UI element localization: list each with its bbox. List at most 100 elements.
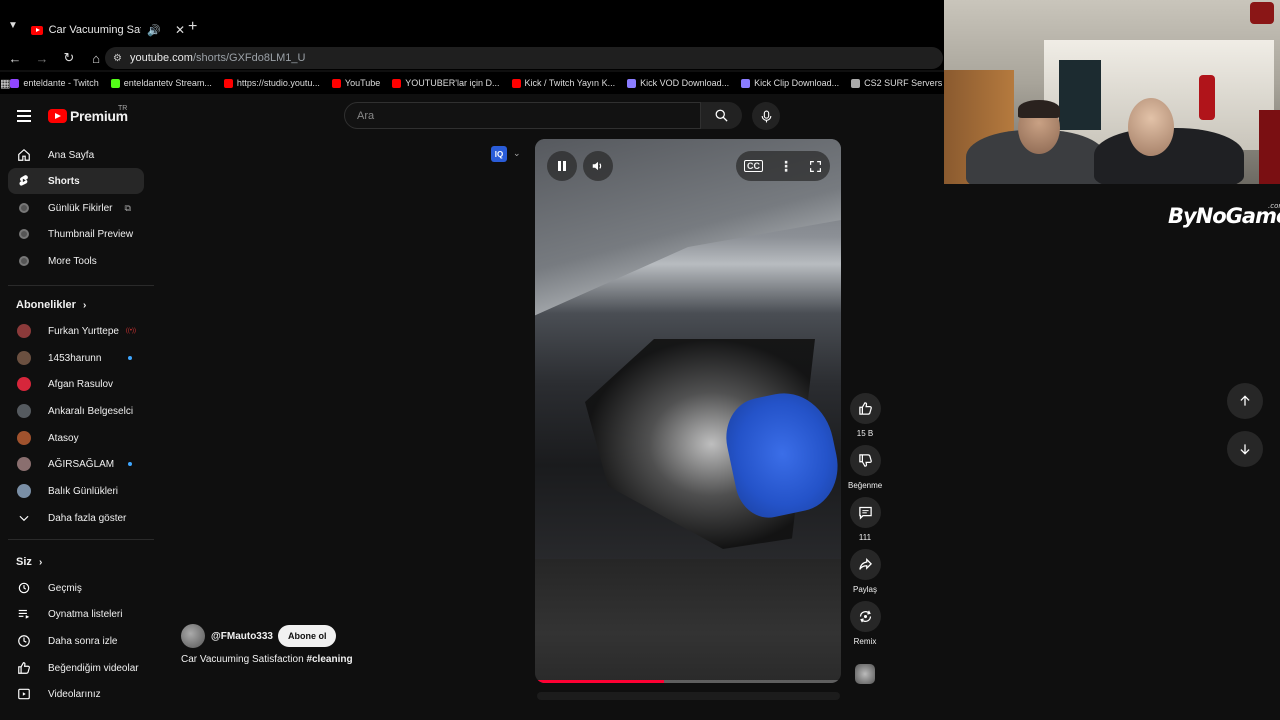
address-bar[interactable]: ⚙ youtube.com/shorts/GXFdo8LM1_U	[105, 47, 943, 69]
volume-button[interactable]	[583, 151, 613, 181]
bookmark-label: Kick / Twitch Yayın K...	[524, 78, 616, 88]
remix-label: Remix	[853, 637, 877, 646]
channel-name[interactable]: @FMauto333	[211, 631, 273, 642]
subscription-item[interactable]: AĞIRSAĞLAM	[8, 451, 144, 477]
youtube-logo[interactable]: Premium	[48, 108, 128, 124]
sidebar-item-label: More Tools	[48, 255, 97, 267]
video-frame-floor	[535, 559, 841, 683]
share-action[interactable]: Paylaş	[848, 549, 882, 594]
progress-bar[interactable]	[535, 680, 841, 683]
bookmark-item[interactable]: https://studio.youtu...	[223, 78, 320, 88]
channel-avatar	[16, 403, 32, 419]
bookmark-item[interactable]: YOUTUBER'lar için D...	[392, 78, 500, 88]
share-icon	[858, 557, 872, 570]
sidebar-item-label: Geçmiş	[48, 582, 82, 594]
forward-icon[interactable]: →	[30, 51, 54, 66]
dislike-button[interactable]	[849, 445, 881, 476]
tab-close-icon[interactable]: ✕	[175, 23, 185, 37]
tab-search-chevron-icon[interactable]: ▼	[8, 20, 18, 31]
browser-tab[interactable]: Car Vacuuming Satisfaction 🔊 ✕	[25, 14, 185, 46]
dislike-action[interactable]: Beğenme	[848, 445, 882, 490]
comments-button[interactable]	[849, 497, 881, 528]
pause-button[interactable]	[547, 151, 577, 181]
bookmark-item[interactable]: enteldante - Twitch	[10, 78, 99, 88]
channel-avatar[interactable]	[181, 624, 205, 648]
channel-avatar	[16, 483, 32, 499]
playlists-icon	[16, 606, 32, 622]
sidebar-item-thumbnail-preview[interactable]: Thumbnail Preview	[8, 221, 144, 247]
video-title[interactable]: Car Vacuuming Satisfaction #cleaning	[181, 654, 353, 665]
bookmark-favicon-icon	[511, 78, 521, 88]
sidebar-item-gunluk-fikirler[interactable]: Günlük Fikirler ⧉	[8, 195, 144, 221]
bookmark-item[interactable]: Kick / Twitch Yayın K...	[511, 78, 616, 88]
subscription-item[interactable]: Furkan Yurttepe ((•))	[8, 318, 144, 344]
comments-action[interactable]: 111	[848, 497, 882, 542]
chevron-down-icon[interactable]: ⌄	[513, 148, 521, 159]
back-icon[interactable]: ←	[3, 51, 27, 66]
fullscreen-icon[interactable]	[809, 160, 822, 173]
show-more-label: Daha fazla göster	[48, 512, 127, 524]
subscription-item[interactable]: Afgan Rasulov	[8, 371, 144, 397]
sidebar-item-liked-videos[interactable]: Beğendiğim videolar	[8, 655, 144, 681]
sidebar-item-watch-later[interactable]: Daha sonra izle	[8, 628, 144, 654]
subscriptions-heading[interactable]: Abonelikler ›	[16, 299, 86, 311]
bookmark-favicon-icon	[110, 78, 120, 88]
sidebar-item-shorts[interactable]: Shorts	[8, 168, 144, 194]
remix-action[interactable]: Remix	[848, 601, 882, 646]
tab-title: Car Vacuuming Satisfaction	[48, 24, 142, 36]
more-options-icon[interactable]: ⋮	[779, 158, 793, 175]
short-video-player[interactable]: CC ⋮	[535, 139, 841, 683]
sidebar-item-more-tools[interactable]: More Tools	[8, 248, 144, 274]
bookmark-item[interactable]: CS2 SURF Servers –...	[851, 78, 944, 88]
sidebar-item-your-videos[interactable]: Videolarınız	[8, 681, 144, 707]
new-content-dot-icon	[128, 356, 132, 360]
remix-button[interactable]	[849, 601, 881, 632]
subscription-label: AĞIRSAĞLAM	[48, 458, 115, 470]
subscription-item[interactable]: Balık Günlükleri	[8, 478, 144, 504]
bookmark-favicon-icon	[10, 78, 20, 88]
reload-icon[interactable]: ↻	[57, 50, 81, 66]
shorts-icon	[16, 173, 32, 189]
bookmark-favicon-icon	[223, 78, 233, 88]
next-short-button[interactable]	[1227, 431, 1263, 467]
webcam-person-left-hair	[1018, 100, 1060, 118]
apps-grid-icon[interactable]: ▦	[0, 77, 10, 90]
you-heading[interactable]: Siz ›	[16, 556, 42, 568]
like-action[interactable]: 15 B	[848, 393, 882, 438]
show-more-button[interactable]: Daha fazla göster	[8, 505, 144, 531]
record-indicator-icon	[1250, 2, 1274, 24]
captions-icon[interactable]: CC	[744, 160, 763, 172]
webcam-chair	[1259, 110, 1280, 184]
bookmark-item[interactable]: enteldantetv Stream...	[110, 78, 212, 88]
hashtag-link[interactable]: #cleaning	[306, 654, 352, 665]
bookmark-item[interactable]: Kick VOD Download...	[627, 78, 729, 88]
sound-thumbnail[interactable]	[855, 664, 875, 684]
channel-avatar	[16, 323, 32, 339]
iq-extension-badge[interactable]: IQ	[491, 146, 507, 162]
comment-count: 111	[858, 533, 872, 542]
share-button[interactable]	[849, 549, 881, 580]
sidebar-item-home[interactable]: Ana Sayfa	[8, 142, 144, 168]
previous-short-button[interactable]	[1227, 383, 1263, 419]
audio-playing-icon[interactable]: 🔊	[147, 24, 161, 37]
search-button[interactable]	[701, 102, 742, 129]
youtube-logo-icon	[48, 109, 67, 123]
new-tab-icon[interactable]: +	[188, 18, 197, 36]
bookmark-item[interactable]: Kick Clip Download...	[741, 78, 839, 88]
dislike-label: Beğenme	[848, 481, 883, 490]
sidebar-item-history[interactable]: Geçmiş	[8, 575, 144, 601]
search-input[interactable]: Ara	[344, 102, 701, 129]
subscription-item[interactable]: 1453harunn	[8, 345, 144, 371]
menu-icon[interactable]	[17, 110, 31, 125]
subscribe-button[interactable]: Abone ol	[277, 625, 337, 647]
bookmark-label: YouTube	[344, 78, 381, 88]
site-info-icon[interactable]: ⚙	[113, 53, 122, 64]
logo-country: TR	[118, 105, 128, 112]
voice-search-button[interactable]	[752, 102, 780, 130]
bookmark-item[interactable]: YouTube	[331, 78, 381, 88]
sidebar-item-playlists[interactable]: Oynatma listeleri	[8, 601, 144, 627]
subscription-item[interactable]: Ankaralı Belgeselci	[8, 398, 144, 424]
like-button[interactable]	[849, 393, 881, 424]
bookmark-favicon-icon	[741, 78, 751, 88]
subscription-item[interactable]: Atasoy	[8, 425, 144, 451]
